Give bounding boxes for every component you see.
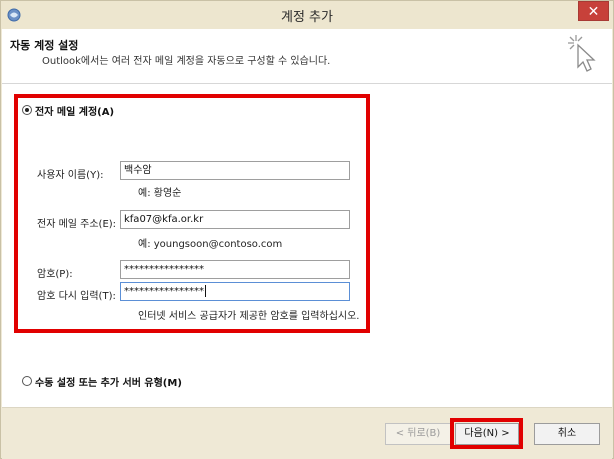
password-input[interactable]: ****************	[120, 260, 350, 279]
cancel-button[interactable]: 취소	[534, 423, 600, 445]
wizard-cursor-icon	[564, 31, 600, 73]
close-icon: ✕	[587, 4, 600, 20]
header-subtitle: Outlook에서는 여러 전자 메일 계정을 자동으로 구성할 수 있습니다.	[42, 56, 331, 67]
text-cursor	[205, 285, 206, 297]
email-input[interactable]: kfa07@kfa.or.kr	[120, 210, 350, 229]
back-button[interactable]: < 뒤로(B)	[385, 423, 451, 445]
password-hint: 인터넷 서비스 공급자가 제공한 암호를 입력하십시오.	[138, 311, 360, 322]
password-confirm-value: ****************	[124, 286, 204, 297]
next-button[interactable]: 다음(N) >	[455, 423, 519, 445]
window-title: 계정 추가	[281, 10, 333, 25]
email-label: 전자 메일 주소(E):	[37, 219, 117, 230]
password-label: 암호(P):	[37, 269, 73, 280]
title-bar: 계정 추가 ✕	[1, 1, 613, 29]
manual-setup-radio[interactable]	[22, 376, 32, 386]
account-setup-dialog: 계정 추가 ✕ 자동 계정 설정 Outlook에서는 여러 전자 메일 계정을…	[0, 0, 614, 459]
name-input[interactable]: 백수암	[120, 161, 350, 180]
email-account-radio[interactable]	[22, 105, 32, 115]
button-bar: < 뒤로(B) 다음(N) > 취소	[2, 407, 612, 459]
manual-setup-label: 수동 설정 또는 추가 서버 유형(M)	[35, 378, 182, 389]
email-hint: 예: youngsoon@contoso.com	[138, 239, 283, 250]
password-confirm-label: 암호 다시 입력(T):	[37, 291, 116, 302]
header-title: 자동 계정 설정	[10, 39, 79, 52]
content-area: 전자 메일 계정(A) 사용자 이름(Y): 백수암 예: 황영순 전자 메일 …	[2, 84, 612, 407]
name-hint: 예: 황영순	[138, 188, 182, 199]
name-label: 사용자 이름(Y):	[37, 170, 104, 181]
email-account-label: 전자 메일 계정(A)	[35, 107, 115, 118]
header-panel: 자동 계정 설정 Outlook에서는 여러 전자 메일 계정을 자동으로 구성…	[2, 29, 612, 84]
close-button[interactable]: ✕	[578, 1, 609, 21]
password-confirm-input[interactable]: ****************	[120, 282, 350, 301]
